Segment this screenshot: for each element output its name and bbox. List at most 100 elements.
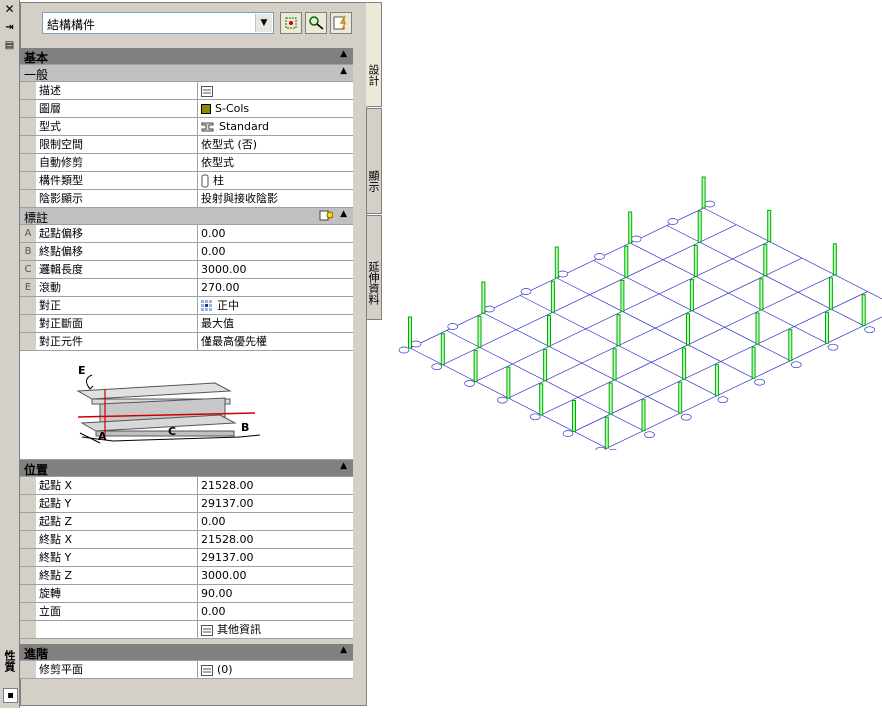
structural-column[interactable] <box>539 383 544 416</box>
property-value[interactable]: 3000.00 <box>198 261 353 278</box>
autohide-icon[interactable]: ⇥ <box>3 21 16 34</box>
structural-column[interactable] <box>481 281 486 314</box>
property-value[interactable]: 3000.00 <box>198 567 353 584</box>
property-value[interactable]: 依型式 <box>198 154 353 171</box>
select-objects-button[interactable] <box>280 12 302 34</box>
general-row[interactable]: 描述 <box>20 82 353 100</box>
structural-column[interactable] <box>506 366 511 399</box>
structural-column[interactable] <box>547 314 551 347</box>
structural-column[interactable] <box>755 312 760 345</box>
advanced-row[interactable]: 修剪平面 (0) <box>20 661 353 679</box>
structural-column[interactable] <box>604 416 609 449</box>
palette-settings-icon[interactable]: ▪ <box>3 688 18 703</box>
annotation-row[interactable]: B 終點偏移 0.00 <box>20 243 353 261</box>
structural-column[interactable] <box>550 280 555 313</box>
property-value[interactable]: 0.00 <box>198 513 353 530</box>
property-value[interactable]: 0.00 <box>198 225 353 242</box>
location-row[interactable]: 起點 X 21528.00 <box>20 477 353 495</box>
structural-column[interactable] <box>686 313 690 346</box>
structural-column[interactable] <box>477 315 482 348</box>
property-value[interactable]: 0.00 <box>198 603 353 620</box>
structural-column[interactable] <box>572 400 576 432</box>
location-row[interactable]: 起點 Z 0.00 <box>20 513 353 531</box>
general-row[interactable]: 限制空間 依型式 (否) <box>20 136 353 154</box>
property-value[interactable]: 最大值 <box>198 315 353 332</box>
annotation-row[interactable]: C 邏輯長度 3000.00 <box>20 261 353 279</box>
collapse-icon[interactable]: ▲ <box>340 66 347 76</box>
structural-column[interactable] <box>628 211 633 244</box>
subcategory-annotation[interactable]: 標註 ▲ <box>20 208 353 225</box>
structural-column[interactable] <box>682 347 687 380</box>
structural-column[interactable] <box>616 314 621 347</box>
structural-column[interactable] <box>751 346 756 379</box>
annotation-row[interactable]: 對正元件 僅最高優先權 <box>20 333 353 351</box>
structural-column[interactable] <box>408 316 412 349</box>
structural-column[interactable] <box>689 279 694 312</box>
structural-column[interactable] <box>825 311 829 344</box>
property-value[interactable]: 21528.00 <box>198 477 353 494</box>
structural-column[interactable] <box>440 333 445 366</box>
property-value[interactable]: 柱 <box>198 172 353 189</box>
structural-column[interactable] <box>612 348 617 381</box>
collapse-icon[interactable]: ▲ <box>340 645 347 655</box>
property-value[interactable]: S-Cols <box>198 100 353 117</box>
structural-column[interactable] <box>763 244 768 277</box>
property-value[interactable]: 29137.00 <box>198 549 353 566</box>
structural-column[interactable] <box>554 246 559 279</box>
tab-display[interactable]: 顯示 <box>367 108 382 214</box>
structural-column[interactable] <box>693 244 698 277</box>
structural-column[interactable] <box>701 176 706 209</box>
location-row[interactable]: 起點 Y 29137.00 <box>20 495 353 513</box>
property-value[interactable]: 其他資訊 <box>198 621 353 638</box>
property-value[interactable]: 僅最高優先權 <box>198 333 353 350</box>
property-value[interactable]: Standard <box>198 118 353 135</box>
category-location[interactable]: 位置 ▲ <box>20 460 353 477</box>
location-row[interactable]: 終點 Z 3000.00 <box>20 567 353 585</box>
category-basic[interactable]: 基本 ▲ <box>20 48 353 65</box>
subcategory-general[interactable]: 一般 ▲ <box>20 65 353 82</box>
structural-column[interactable] <box>620 279 625 312</box>
toggle-pickadd-button[interactable] <box>330 12 352 34</box>
collapse-icon[interactable]: ▲ <box>340 209 347 219</box>
property-value[interactable]: 0.00 <box>198 243 353 260</box>
general-row[interactable]: 構件類型 柱 <box>20 172 353 190</box>
structural-column[interactable] <box>828 277 833 310</box>
tab-design[interactable]: 設計 <box>366 2 382 107</box>
location-row[interactable]: 旋轉 90.00 <box>20 585 353 603</box>
general-row[interactable]: 自動修剪 依型式 <box>20 154 353 172</box>
quick-select-button[interactable] <box>305 12 327 34</box>
close-icon[interactable]: ✕ <box>3 3 16 16</box>
location-row[interactable]: 終點 Y 29137.00 <box>20 549 353 567</box>
property-value[interactable]: 投射與接收陰影 <box>198 190 353 207</box>
annotation-lightbulb-icon[interactable] <box>319 210 334 225</box>
structural-column[interactable] <box>624 245 629 278</box>
property-value[interactable]: 依型式 (否) <box>198 136 353 153</box>
structural-column[interactable] <box>714 364 719 397</box>
chevron-down-icon[interactable]: ▼ <box>255 14 272 32</box>
property-value[interactable]: 21528.00 <box>198 531 353 548</box>
structural-column[interactable] <box>759 278 764 311</box>
annotation-row[interactable]: A 起點偏移 0.00 <box>20 225 353 243</box>
location-row[interactable]: 其他資訊 <box>20 621 353 639</box>
structural-column[interactable] <box>697 210 702 243</box>
structural-column[interactable] <box>473 349 478 382</box>
annotation-row[interactable]: 對正 正中 <box>20 297 353 315</box>
location-row[interactable]: 立面 0.00 <box>20 603 353 621</box>
property-value[interactable]: 29137.00 <box>198 495 353 512</box>
structural-column[interactable] <box>641 399 646 432</box>
category-advanced[interactable]: 進階 ▲ <box>20 644 353 661</box>
annotation-row[interactable]: 對正斷面 最大值 <box>20 315 353 333</box>
annotation-row[interactable]: E 滾動 270.00 <box>20 279 353 297</box>
general-row[interactable]: 陰影顯示 投射與接收陰影 <box>20 190 353 208</box>
palette-menu-icon[interactable]: ▤ <box>3 39 16 52</box>
general-row[interactable]: 圖層 S-Cols <box>20 100 353 118</box>
property-value[interactable]: 90.00 <box>198 585 353 602</box>
structural-column[interactable] <box>543 349 548 382</box>
property-value[interactable]: (0) <box>198 661 353 678</box>
property-value[interactable] <box>198 82 353 99</box>
structural-column[interactable] <box>767 209 772 242</box>
structural-column[interactable] <box>788 329 793 362</box>
property-value[interactable]: 正中 <box>198 297 353 314</box>
structural-column[interactable] <box>608 382 613 415</box>
location-row[interactable]: 終點 X 21528.00 <box>20 531 353 549</box>
